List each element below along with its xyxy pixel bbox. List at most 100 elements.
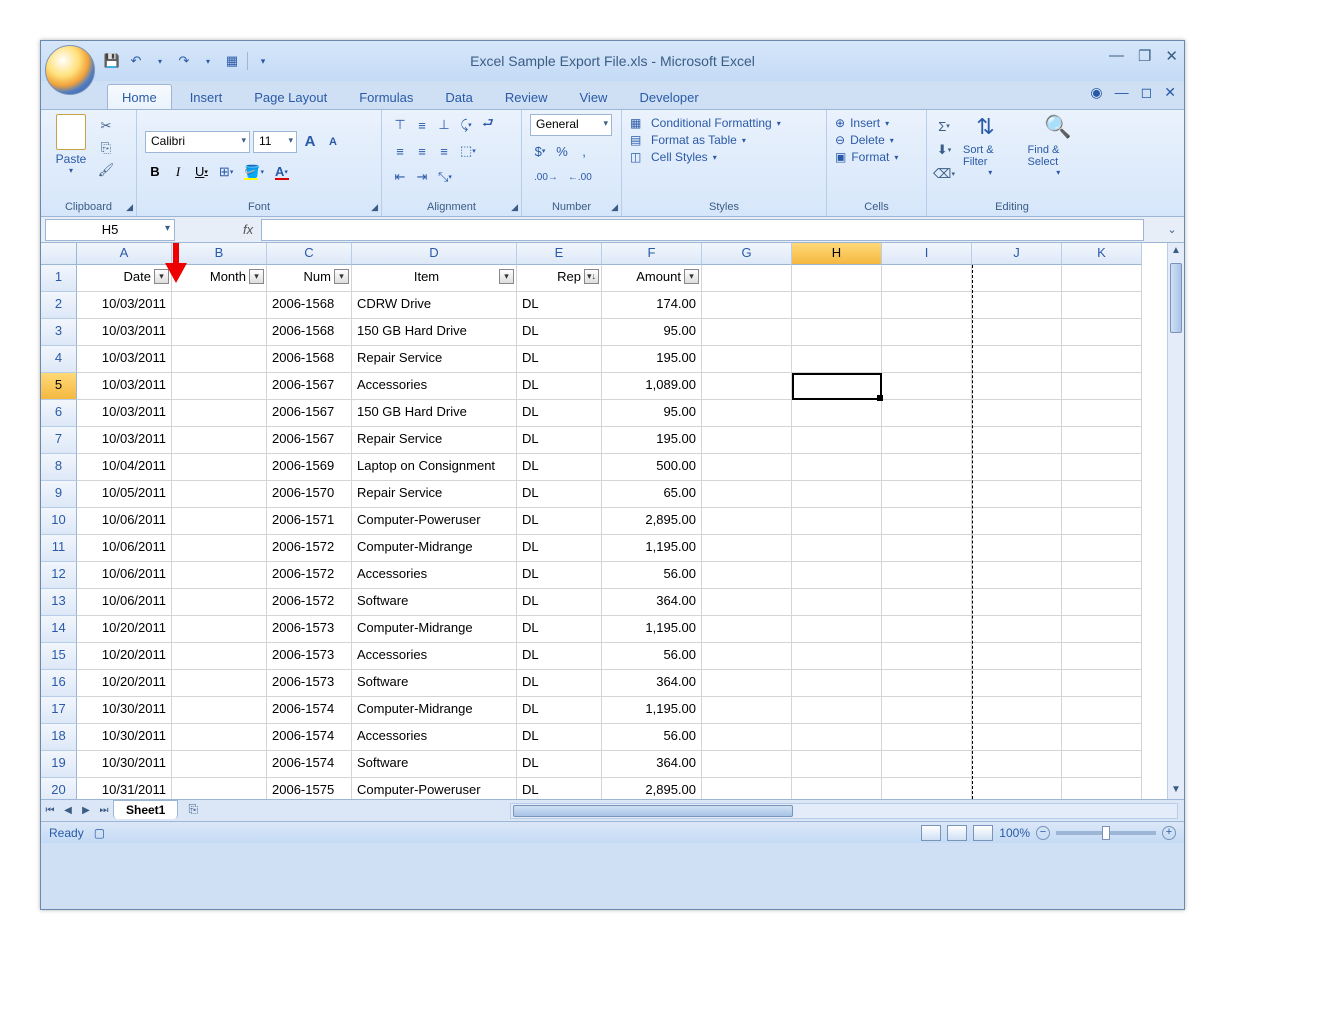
cell-month[interactable] xyxy=(172,616,267,643)
redo-icon[interactable]: ↷ xyxy=(175,52,193,70)
page-break-view-button[interactable] xyxy=(973,825,993,841)
cell-rep[interactable]: DL xyxy=(517,562,602,589)
cell-num[interactable]: 2006-1573 xyxy=(267,643,352,670)
cell-num[interactable]: 2006-1567 xyxy=(267,427,352,454)
cell-item[interactable]: Accessories xyxy=(352,643,517,670)
format-cells-button[interactable]: ▣Format ▾ xyxy=(835,150,918,164)
cell-item[interactable]: Repair Service xyxy=(352,481,517,508)
cell-month[interactable] xyxy=(172,346,267,373)
sheet-nav-first[interactable]: ⏮ xyxy=(41,805,59,816)
doc-minimize-button[interactable]: — xyxy=(1115,84,1129,101)
vertical-scrollbar[interactable]: ▲ ▼ xyxy=(1167,243,1184,799)
col-header-c[interactable]: C xyxy=(267,243,352,265)
cell-item[interactable]: Computer-Midrange xyxy=(352,535,517,562)
find-select-button[interactable]: 🔍 Find & Select▾ xyxy=(1028,114,1089,177)
cell-month[interactable] xyxy=(172,535,267,562)
cell-month[interactable] xyxy=(172,724,267,751)
cell-date[interactable]: 10/06/2011 xyxy=(77,535,172,562)
cell-num[interactable]: 2006-1567 xyxy=(267,400,352,427)
cell-item[interactable]: Software xyxy=(352,751,517,778)
filter-amount-icon[interactable]: ▾ xyxy=(684,269,699,284)
filter-num-icon[interactable]: ▾ xyxy=(334,269,349,284)
cell-item[interactable]: Software xyxy=(352,670,517,697)
cell-amount[interactable]: 1,195.00 xyxy=(602,616,702,643)
row-header[interactable]: 9 xyxy=(41,481,77,508)
tab-page-layout[interactable]: Page Layout xyxy=(240,85,341,109)
autosum-button[interactable]: Σ▾ xyxy=(935,118,953,134)
cell-rep[interactable]: DL xyxy=(517,400,602,427)
doc-restore-button[interactable]: ◻ xyxy=(1141,84,1153,101)
cell-num[interactable]: 2006-1574 xyxy=(267,751,352,778)
cell-num[interactable]: 2006-1568 xyxy=(267,319,352,346)
select-all-corner[interactable] xyxy=(41,243,77,265)
cell-amount[interactable]: 56.00 xyxy=(602,643,702,670)
vscroll-thumb[interactable] xyxy=(1170,263,1182,333)
filter-date-icon[interactable]: ▾ xyxy=(154,269,169,284)
filter-month-icon[interactable]: ▾ xyxy=(249,269,264,284)
cell-month[interactable] xyxy=(172,454,267,481)
close-button[interactable]: ✕ xyxy=(1165,47,1178,65)
row-header[interactable]: 7 xyxy=(41,427,77,454)
cell-amount[interactable]: 65.00 xyxy=(602,481,702,508)
col-header-a[interactable]: A xyxy=(77,243,172,265)
align-center-button[interactable]: ≡ xyxy=(412,140,432,162)
alignment-dialog-launcher[interactable]: ◢ xyxy=(511,202,518,213)
cell-num[interactable]: 2006-1574 xyxy=(267,697,352,724)
cell-rep[interactable]: DL xyxy=(517,697,602,724)
underline-button[interactable]: U▾ xyxy=(191,161,212,183)
cell-date[interactable]: 10/30/2011 xyxy=(77,724,172,751)
cell-date[interactable]: 10/03/2011 xyxy=(77,400,172,427)
tab-formulas[interactable]: Formulas xyxy=(345,85,427,109)
cell-styles-button[interactable]: ◫Cell Styles ▾ xyxy=(630,150,818,164)
italic-button[interactable]: I xyxy=(168,161,188,183)
cell-amount[interactable]: 364.00 xyxy=(602,670,702,697)
bold-button[interactable]: B xyxy=(145,161,165,183)
col-header-i[interactable]: I xyxy=(882,243,972,265)
cell-num[interactable]: 2006-1569 xyxy=(267,454,352,481)
col-header-j[interactable]: J xyxy=(972,243,1062,265)
sheet-nav-next[interactable]: ▶ xyxy=(77,805,95,816)
restore-button[interactable]: ❐ xyxy=(1138,47,1151,65)
cell-rep[interactable]: DL xyxy=(517,319,602,346)
align-left-button[interactable]: ≡ xyxy=(390,140,410,162)
wrap-text-button[interactable]: ⮐ xyxy=(478,114,498,136)
cell-rep[interactable]: DL xyxy=(517,373,602,400)
row-header[interactable]: 18 xyxy=(41,724,77,751)
row-header[interactable]: 16 xyxy=(41,670,77,697)
font-size-combo[interactable]: 11 xyxy=(253,131,297,153)
tab-data[interactable]: Data xyxy=(431,85,486,109)
cell-num[interactable]: 2006-1567 xyxy=(267,373,352,400)
grow-font-button[interactable]: A xyxy=(300,131,320,153)
undo-dropdown-icon[interactable]: ▾ xyxy=(151,52,169,70)
cell-month[interactable] xyxy=(172,643,267,670)
accounting-button[interactable]: $▾ xyxy=(530,140,550,162)
filter-item-icon[interactable]: ▾ xyxy=(499,269,514,284)
row-header[interactable]: 17 xyxy=(41,697,77,724)
cell-date[interactable]: 10/03/2011 xyxy=(77,427,172,454)
cell-month[interactable] xyxy=(172,697,267,724)
cell-item[interactable]: Accessories xyxy=(352,724,517,751)
insert-cells-button[interactable]: ⊕Insert ▾ xyxy=(835,116,918,130)
format-painter-icon[interactable]: 🖌 xyxy=(97,162,115,178)
cell-item[interactable]: Computer-Poweruser xyxy=(352,778,517,799)
cell-amount[interactable]: 500.00 xyxy=(602,454,702,481)
col-header-f[interactable]: F xyxy=(602,243,702,265)
cell-item[interactable]: Accessories xyxy=(352,373,517,400)
cell-month[interactable] xyxy=(172,751,267,778)
orientation-2-button[interactable]: ⤡▾ xyxy=(434,166,456,188)
font-name-combo[interactable]: Calibri xyxy=(145,131,250,153)
cell-month[interactable] xyxy=(172,589,267,616)
cell-item[interactable]: Computer-Midrange xyxy=(352,616,517,643)
header-month[interactable]: Month▾ xyxy=(172,265,267,292)
header-amount[interactable]: Amount▾ xyxy=(602,265,702,292)
cell-num[interactable]: 2006-1568 xyxy=(267,292,352,319)
zoom-out-button[interactable]: − xyxy=(1036,826,1050,840)
hscroll-thumb[interactable] xyxy=(513,805,793,817)
scroll-up-icon[interactable]: ▲ xyxy=(1168,243,1184,260)
cell-num[interactable]: 2006-1572 xyxy=(267,589,352,616)
cell-amount[interactable]: 2,895.00 xyxy=(602,778,702,799)
cell-month[interactable] xyxy=(172,778,267,799)
new-sheet-button[interactable]: ⎘ xyxy=(182,802,204,820)
horizontal-scrollbar[interactable] xyxy=(510,803,1178,819)
cell-month[interactable] xyxy=(172,373,267,400)
